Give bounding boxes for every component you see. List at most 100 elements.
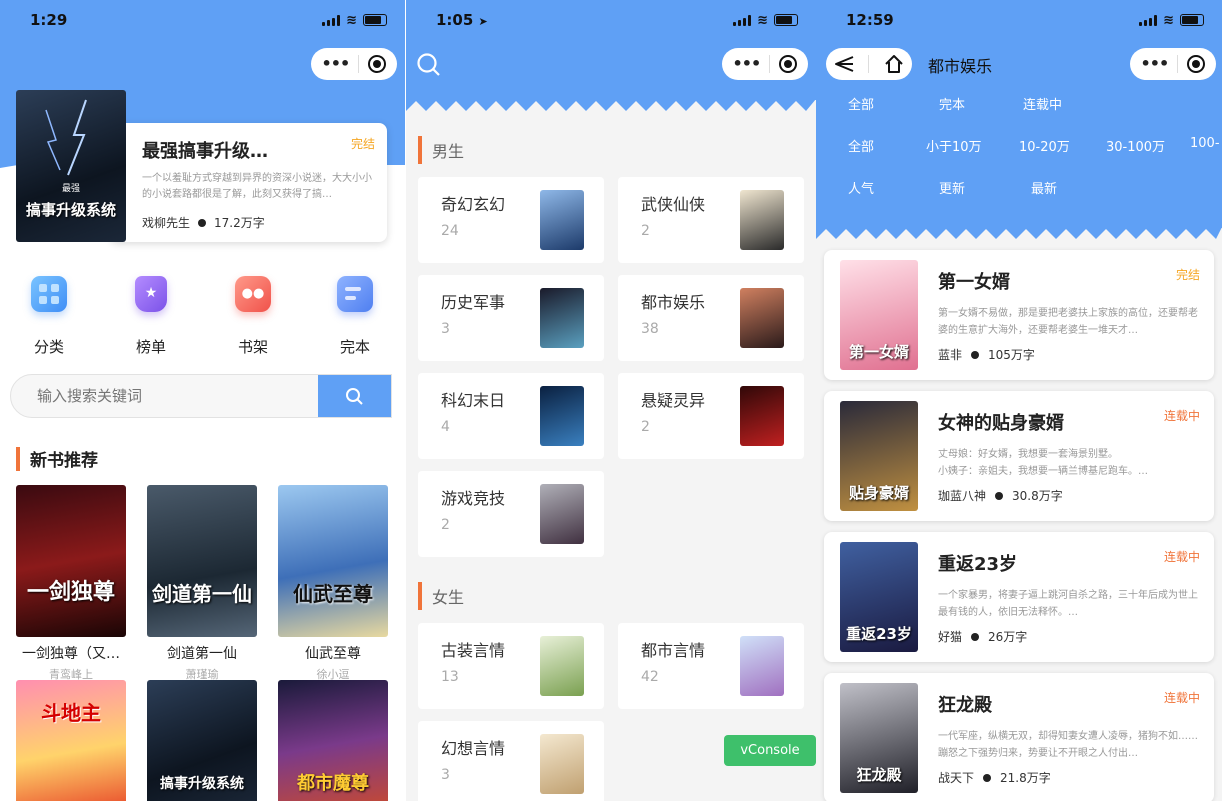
book-card[interactable]: 第一女婿 第一女婿 完结 第一女婿不易做，那是要把老婆扶上家族的高位，还要帮老婆的生意… bbox=[824, 250, 1214, 380]
category-cover bbox=[540, 288, 584, 348]
nav-bookshelf[interactable]: ●● 书架 bbox=[222, 276, 284, 357]
book-cover: 狂龙殿 bbox=[840, 683, 918, 793]
book-item[interactable]: 搞事升级系统 bbox=[147, 680, 257, 801]
section-title-male: 男生 bbox=[418, 136, 464, 164]
filter-option[interactable]: 连载中 bbox=[1023, 94, 1062, 113]
section-bar bbox=[16, 446, 20, 471]
category-card[interactable]: 武侠仙侠 2 bbox=[618, 177, 804, 263]
category-count: 2 bbox=[641, 419, 650, 435]
book-cover-title: 重返23岁 bbox=[846, 624, 912, 643]
category-card[interactable]: 悬疑灵异 2 bbox=[618, 373, 804, 459]
book-author: 战天下 bbox=[938, 771, 975, 785]
vconsole-button[interactable]: vConsole bbox=[724, 735, 816, 766]
close-miniprogram-icon[interactable] bbox=[368, 55, 387, 73]
book-title: 狂龙殿 bbox=[938, 695, 992, 716]
book-status-badge: 完结 bbox=[1175, 268, 1200, 282]
book-meta: 好猫 26万字 bbox=[938, 628, 1027, 645]
filter-option[interactable]: 最新 bbox=[1031, 178, 1057, 197]
category-icon bbox=[31, 276, 67, 312]
book-cover: 搞事升级系统 bbox=[147, 680, 257, 801]
more-icon[interactable]: ••• bbox=[1141, 56, 1170, 72]
filter-option[interactable]: 全部 bbox=[848, 94, 874, 113]
filter-option[interactable]: 全部 bbox=[848, 136, 874, 155]
search-icon bbox=[345, 388, 363, 405]
page-title: 都市娱乐 bbox=[928, 57, 993, 76]
book-item[interactable]: 斗地主 bbox=[16, 680, 126, 801]
dot-separator bbox=[983, 773, 992, 782]
book-description: 第一女婿不易做，那是要把老婆扶上家族的高位，还要帮老婆的生意扩大海外，还要帮老婆… bbox=[938, 308, 1198, 336]
book-cover-title: 仙武至尊 bbox=[293, 582, 373, 606]
signal-icon bbox=[733, 14, 752, 26]
more-icon[interactable]: ••• bbox=[733, 56, 762, 72]
search-icon[interactable] bbox=[416, 52, 442, 78]
filter-option[interactable]: 30-100万 bbox=[1106, 136, 1165, 155]
search-button[interactable] bbox=[318, 375, 391, 417]
mini-program-capsule: ••• bbox=[311, 48, 397, 80]
book-cover: 一剑独尊 bbox=[16, 485, 126, 637]
book-card[interactable]: 狂龙殿 狂龙殿 连载中 一代军座，纵横无双，却得知妻女遭人凌辱，猪狗不如……蹦怒之下强… bbox=[824, 673, 1214, 801]
book-card[interactable]: 重返23岁 重返23岁 连载中 一个家暴男，将妻子逼上跳河自杀之路，三十年后成为世上最… bbox=[824, 532, 1214, 662]
book-description: 一个家暴男，将妻子逼上跳河自杀之路，三十年后成为世上最有钱的人，依旧无法释怀。… bbox=[938, 590, 1198, 618]
category-card[interactable]: 科幻末日 4 bbox=[418, 373, 604, 459]
category-card[interactable]: 幻想言情 3 bbox=[418, 721, 604, 801]
close-miniprogram-icon[interactable] bbox=[779, 55, 798, 73]
book-item[interactable]: 剑道第一仙 剑道第一仙 萧瑾瑜 bbox=[147, 485, 257, 682]
book-meta: 珈蓝八神 30.8万字 bbox=[938, 487, 1063, 504]
category-card[interactable]: 古装言情 13 bbox=[418, 623, 604, 709]
home-screen: 1:29 ≋ ••• 最强搞事升级… 完结 一个以羞耻方式穿越到异界的资深小说迷… bbox=[0, 0, 405, 801]
filter-option[interactable]: 更新 bbox=[939, 178, 965, 197]
status-time: 1:05 ➤ bbox=[436, 11, 488, 29]
book-item[interactable]: 仙武至尊 仙武至尊 徐小逗 bbox=[278, 485, 388, 682]
section-bar bbox=[418, 582, 422, 610]
status-bar: 1:29 ≋ bbox=[0, 0, 405, 40]
dot-separator bbox=[995, 491, 1004, 500]
section-title-text: 女生 bbox=[432, 588, 465, 607]
filter-option[interactable]: 小于10万 bbox=[926, 136, 982, 155]
more-icon[interactable]: ••• bbox=[322, 56, 351, 72]
battery-icon bbox=[1180, 14, 1204, 26]
filter-option[interactable]: 10-20万 bbox=[1019, 136, 1070, 155]
book-cover-title: 斗地主 bbox=[41, 701, 101, 725]
category-count: 42 bbox=[641, 669, 659, 685]
category-name: 幻想言情 bbox=[441, 739, 506, 758]
category-card[interactable]: 游戏竞技 2 bbox=[418, 471, 604, 557]
book-word-count: 26万字 bbox=[988, 630, 1028, 644]
category-card[interactable]: 都市娱乐 38 bbox=[618, 275, 804, 361]
book-item[interactable]: 都市魔尊 bbox=[278, 680, 388, 801]
book-cover-title: 搞事升级系统 bbox=[160, 775, 244, 792]
category-name: 都市言情 bbox=[641, 641, 706, 660]
book-cover: 仙武至尊 bbox=[278, 485, 388, 637]
book-status-badge: 连载中 bbox=[1163, 550, 1200, 564]
status-icons: ≋ bbox=[322, 13, 387, 28]
back-icon[interactable] bbox=[833, 54, 855, 74]
category-card[interactable]: 历史军事 3 bbox=[418, 275, 604, 361]
book-cover-title: 贴身豪婿 bbox=[848, 483, 909, 502]
book-card[interactable]: 贴身豪婿 女神的贴身豪婿 连载中 丈母娘：好女婿，我想要一套海景别墅。 小姨子：亲姐夫… bbox=[824, 391, 1214, 521]
book-description: 丈母娘：好女婿，我想要一套海景别墅。 小姨子：亲姐夫，我想要一辆兰博基尼跑车。… bbox=[938, 449, 1148, 477]
nav-completed[interactable]: 完本 bbox=[324, 276, 386, 357]
book-cover-title: 一剑独尊 bbox=[26, 579, 115, 605]
category-card[interactable]: 都市言情 42 bbox=[618, 623, 804, 709]
nav-category[interactable]: 分类 bbox=[18, 276, 80, 357]
category-cover bbox=[740, 386, 784, 446]
filter-option[interactable]: 100- bbox=[1190, 136, 1220, 151]
status-time-text: 1:05 bbox=[436, 11, 474, 29]
status-bar: 1:05 ➤ ≋ bbox=[406, 0, 816, 40]
mini-program-capsule: ••• bbox=[722, 48, 808, 80]
search-input[interactable] bbox=[11, 375, 319, 417]
featured-book-card[interactable]: 最强搞事升级… 完结 一个以羞耻方式穿越到异界的资深小说迷，大大小小的小说套路都… bbox=[110, 123, 387, 242]
featured-book-cover[interactable]: 搞事升级系统 最强 bbox=[16, 90, 126, 242]
nav-completed-label: 完本 bbox=[339, 338, 370, 356]
filter-option[interactable]: 人气 bbox=[848, 178, 874, 197]
filter-option[interactable]: 完本 bbox=[939, 94, 965, 113]
book-cover-title: 狂龙殿 bbox=[856, 765, 902, 784]
close-miniprogram-icon[interactable] bbox=[1187, 55, 1206, 73]
nav-ranking[interactable]: ★ 榜单 bbox=[120, 276, 182, 357]
book-item[interactable]: 一剑独尊 一剑独尊（又… 青鸾峰上 bbox=[16, 485, 126, 682]
wifi-icon: ≋ bbox=[346, 12, 357, 28]
status-icons: ≋ bbox=[1139, 13, 1204, 28]
home-icon[interactable] bbox=[883, 53, 905, 75]
wifi-icon: ≋ bbox=[1163, 12, 1174, 28]
category-card[interactable]: 奇幻玄幻 24 bbox=[418, 177, 604, 263]
category-name: 奇幻玄幻 bbox=[441, 195, 506, 214]
